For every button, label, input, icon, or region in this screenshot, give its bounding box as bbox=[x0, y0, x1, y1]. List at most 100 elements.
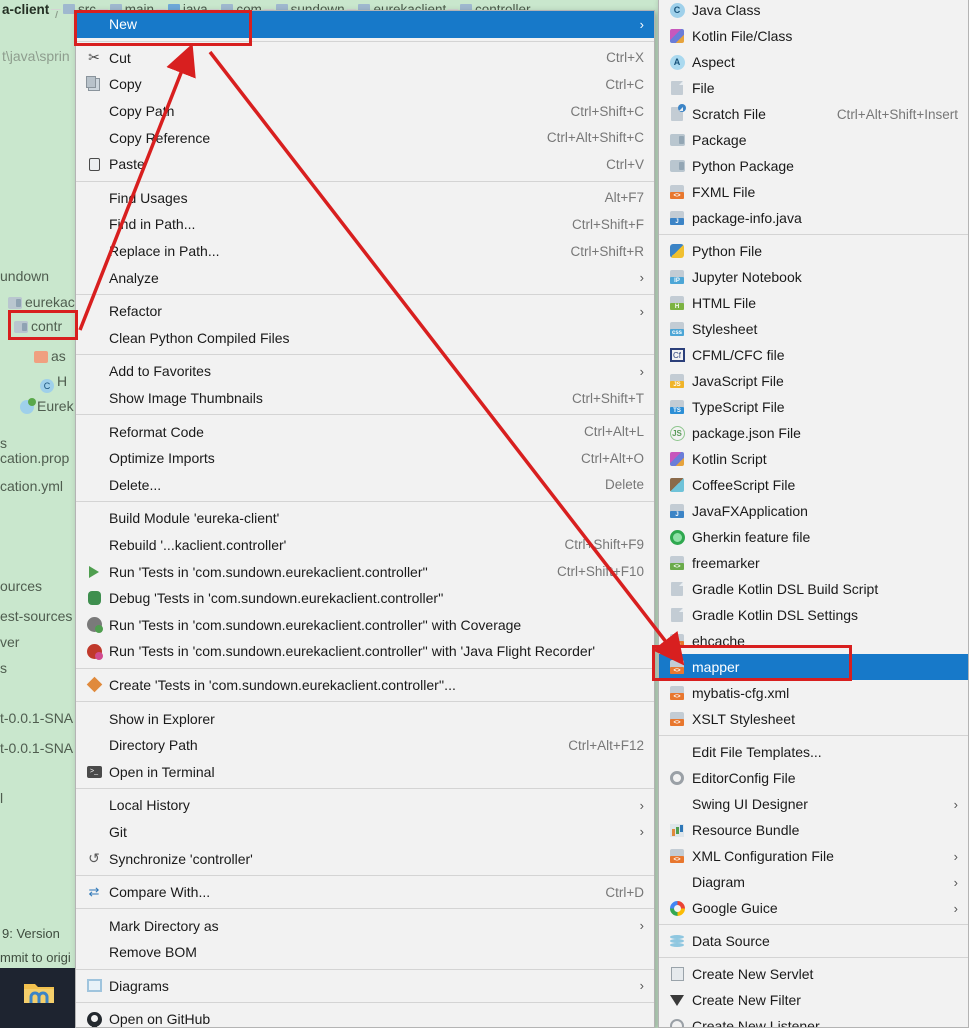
menu-item-show-image-thumbnails[interactable]: Show Image Thumbnails Ctrl+Shift+T bbox=[76, 385, 654, 412]
sidebar-item-contr[interactable]: contr bbox=[14, 318, 62, 334]
sidebar-item-est-sources[interactable]: est-sources bbox=[0, 608, 72, 624]
menu-item-create-new-listener[interactable]: Create New Listener bbox=[659, 1013, 968, 1027]
sidebar-item-undown[interactable]: undown bbox=[0, 268, 49, 284]
menu-item-stylesheet[interactable]: css Stylesheet bbox=[659, 316, 968, 342]
menu-item-open-on-github[interactable]: Open on GitHub bbox=[76, 1006, 654, 1027]
menu-item-show-in-explorer[interactable]: Show in Explorer bbox=[76, 705, 654, 732]
menu-item-typescript-file[interactable]: TS TypeScript File bbox=[659, 394, 968, 420]
menu-item-edit-file-templates[interactable]: Edit File Templates... bbox=[659, 739, 968, 765]
menu-item-xml-configuration-file[interactable]: <> XML Configuration File › bbox=[659, 843, 968, 869]
menu-item-swing-ui-designer[interactable]: Swing UI Designer › bbox=[659, 791, 968, 817]
menu-item-data-source[interactable]: Data Source bbox=[659, 928, 968, 954]
menu-item-run-tests-in-com-sundown-eurekaclient-controller[interactable]: Run 'Tests in 'com.sundown.eurekaclient.… bbox=[76, 638, 654, 665]
menu-item-diagrams[interactable]: Diagrams › bbox=[76, 973, 654, 1000]
menu-item-create-new-filter[interactable]: Create New Filter bbox=[659, 987, 968, 1013]
menu-item-reformat-code[interactable]: Reformat Code Ctrl+Alt+L bbox=[76, 418, 654, 445]
menu-item-coffeescript-file[interactable]: CoffeeScript File bbox=[659, 472, 968, 498]
menu-item-python-package[interactable]: Python Package bbox=[659, 153, 968, 179]
sidebar-item-cation-prop[interactable]: cation.prop bbox=[0, 450, 69, 466]
version-control-label[interactable]: 9: Version bbox=[2, 926, 60, 941]
menu-item-copy-reference[interactable]: Copy Reference Ctrl+Alt+Shift+C bbox=[76, 124, 654, 151]
commit-label[interactable]: mmit to origi bbox=[0, 950, 71, 965]
menu-item-fxml-file[interactable]: <> FXML File bbox=[659, 179, 968, 205]
menu-item-new[interactable]: New › bbox=[76, 11, 654, 38]
menu-item-mark-directory-as[interactable]: Mark Directory as › bbox=[76, 912, 654, 939]
menu-item-replace-in-path[interactable]: Replace in Path... Ctrl+Shift+R bbox=[76, 238, 654, 265]
sidebar-item-s[interactable]: s bbox=[0, 660, 7, 676]
menu-item-aspect[interactable]: A Aspect bbox=[659, 49, 968, 75]
sidebar-item-s[interactable]: s bbox=[0, 435, 7, 451]
menu-item-copy-path[interactable]: Copy Path Ctrl+Shift+C bbox=[76, 98, 654, 125]
menu-item-clean-python-compiled-files[interactable]: Clean Python Compiled Files bbox=[76, 325, 654, 352]
sidebar-item-cation-yml[interactable]: cation.yml bbox=[0, 478, 63, 494]
file-explorer-icon[interactable] bbox=[22, 980, 56, 1008]
sidebar-item-t-java-sprin[interactable]: t\java\sprin bbox=[2, 48, 70, 64]
menu-item-file[interactable]: File bbox=[659, 75, 968, 101]
menu-item-local-history[interactable]: Local History › bbox=[76, 792, 654, 819]
menu-item-javascript-file[interactable]: JS JavaScript File bbox=[659, 368, 968, 394]
menu-item-cut[interactable]: ✂ Cut Ctrl+X bbox=[76, 45, 654, 72]
menu-item-mybatis-cfg-xml[interactable]: <> mybatis-cfg.xml bbox=[659, 680, 968, 706]
menu-item-freemarker[interactable]: <> freemarker bbox=[659, 550, 968, 576]
menu-item-build-module-eureka-client[interactable]: Build Module 'eureka-client' bbox=[76, 505, 654, 532]
menu-item-resource-bundle[interactable]: Resource Bundle bbox=[659, 817, 968, 843]
menu-item-synchronize-controller[interactable]: ↺ Synchronize 'controller' bbox=[76, 845, 654, 872]
menu-item-open-in-terminal[interactable]: >_ Open in Terminal bbox=[76, 758, 654, 785]
menu-item-mapper[interactable]: <> mapper bbox=[659, 654, 968, 680]
menu-item-package[interactable]: Package bbox=[659, 127, 968, 153]
menu-item-java-class[interactable]: C Java Class bbox=[659, 0, 968, 23]
menu-item-copy[interactable]: Copy Ctrl+C bbox=[76, 71, 654, 98]
menu-item-kotlin-script[interactable]: Kotlin Script bbox=[659, 446, 968, 472]
menu-item-remove-bom[interactable]: Remove BOM bbox=[76, 939, 654, 966]
menu-item-package-json-file[interactable]: JS package.json File bbox=[659, 420, 968, 446]
menu-item-run-tests-in-com-sundown-eurekaclient-controller[interactable]: Run 'Tests in 'com.sundown.eurekaclient.… bbox=[76, 558, 654, 585]
menu-item-scratch-file[interactable]: Scratch File Ctrl+Alt+Shift+Insert bbox=[659, 101, 968, 127]
sidebar-item-t-0-0-1-sna[interactable]: t-0.0.1-SNA bbox=[0, 710, 73, 726]
project-view-context-menu[interactable]: New › ✂ Cut Ctrl+X Copy Ctrl+C Copy Path Ctrl+Sh… bbox=[75, 10, 655, 1028]
menu-item-debug-tests-in-com-sundown-eurekaclient-controll[interactable]: Debug 'Tests in 'com.sundown.eurekaclien… bbox=[76, 585, 654, 612]
menu-item-rebuild-kaclient-controller[interactable]: Rebuild '...kaclient.controller' Ctrl+Shi… bbox=[76, 532, 654, 559]
status-bar-left[interactable]: 9: Version mmit to origi bbox=[0, 926, 75, 968]
menu-item-ehcache[interactable]: <> ehcache bbox=[659, 628, 968, 654]
menu-item-create-new-servlet[interactable]: Create New Servlet bbox=[659, 961, 968, 987]
menu-item-create-tests-in-com-sundown-eurekaclient-control[interactable]: Create 'Tests in 'com.sundown.eurekaclie… bbox=[76, 672, 654, 699]
menu-item-xslt-stylesheet[interactable]: <> XSLT Stylesheet bbox=[659, 706, 968, 732]
sidebar-item-ver[interactable]: ver bbox=[0, 634, 19, 650]
menu-item-directory-path[interactable]: Directory Path Ctrl+Alt+F12 bbox=[76, 732, 654, 759]
menu-item-python-file[interactable]: Python File bbox=[659, 238, 968, 264]
sidebar-item-eurek[interactable]: Eurek bbox=[20, 398, 74, 414]
cfml-icon: Cf bbox=[667, 347, 687, 363]
breadcrumb-item-a-client[interactable]: a-client bbox=[0, 2, 51, 17]
menu-item-git[interactable]: Git › bbox=[76, 819, 654, 846]
menu-item-diagram[interactable]: Diagram › bbox=[659, 869, 968, 895]
menu-item-optimize-imports[interactable]: Optimize Imports Ctrl+Alt+O bbox=[76, 445, 654, 472]
menu-item-editorconfig-file[interactable]: EditorConfig File bbox=[659, 765, 968, 791]
sidebar-item-ources[interactable]: ources bbox=[0, 578, 42, 594]
menu-item-gherkin-feature-file[interactable]: Gherkin feature file bbox=[659, 524, 968, 550]
sidebar-item-t-0-0-1-sna[interactable]: t-0.0.1-SNA bbox=[0, 740, 73, 756]
menu-item-cfml-cfc-file[interactable]: Cf CFML/CFC file bbox=[659, 342, 968, 368]
sidebar-item-h[interactable]: CH bbox=[40, 373, 67, 393]
menu-item-jupyter-notebook[interactable]: IP Jupyter Notebook bbox=[659, 264, 968, 290]
menu-item-gradle-kotlin-dsl-build-script[interactable]: Gradle Kotlin DSL Build Script bbox=[659, 576, 968, 602]
menu-item-javafxapplication[interactable]: J JavaFXApplication bbox=[659, 498, 968, 524]
menu-item-find-usages[interactable]: Find Usages Alt+F7 bbox=[76, 185, 654, 212]
menu-item-add-to-favorites[interactable]: Add to Favorites › bbox=[76, 358, 654, 385]
menu-item-refactor[interactable]: Refactor › bbox=[76, 298, 654, 325]
new-submenu[interactable]: C Java Class Kotlin File/Class A Aspect File S… bbox=[658, 0, 969, 1028]
sidebar-item-as[interactable]: as bbox=[34, 348, 66, 364]
menu-item-delete[interactable]: Delete... Delete bbox=[76, 472, 654, 499]
sidebar-item-eurekacli[interactable]: eurekacli bbox=[8, 294, 81, 310]
menu-item-html-file[interactable]: H HTML File bbox=[659, 290, 968, 316]
menu-item-paste[interactable]: Paste Ctrl+V bbox=[76, 151, 654, 178]
menu-item-gradle-kotlin-dsl-settings[interactable]: Gradle Kotlin DSL Settings bbox=[659, 602, 968, 628]
menu-item-kotlin-file-class[interactable]: Kotlin File/Class bbox=[659, 23, 968, 49]
menu-item-google-guice[interactable]: Google Guice › bbox=[659, 895, 968, 921]
menu-item-analyze[interactable]: Analyze › bbox=[76, 264, 654, 291]
sidebar-item-l[interactable]: l bbox=[0, 790, 3, 806]
menu-item-run-tests-in-com-sundown-eurekaclient-controller[interactable]: Run 'Tests in 'com.sundown.eurekaclient.… bbox=[76, 611, 654, 638]
menu-item-compare-with[interactable]: ⇄ Compare With... Ctrl+D bbox=[76, 879, 654, 906]
menu-item-package-info-java[interactable]: Jpackage-info.java bbox=[659, 205, 968, 231]
windows-taskbar[interactable] bbox=[0, 968, 75, 1028]
menu-item-find-in-path[interactable]: Find in Path... Ctrl+Shift+F bbox=[76, 211, 654, 238]
